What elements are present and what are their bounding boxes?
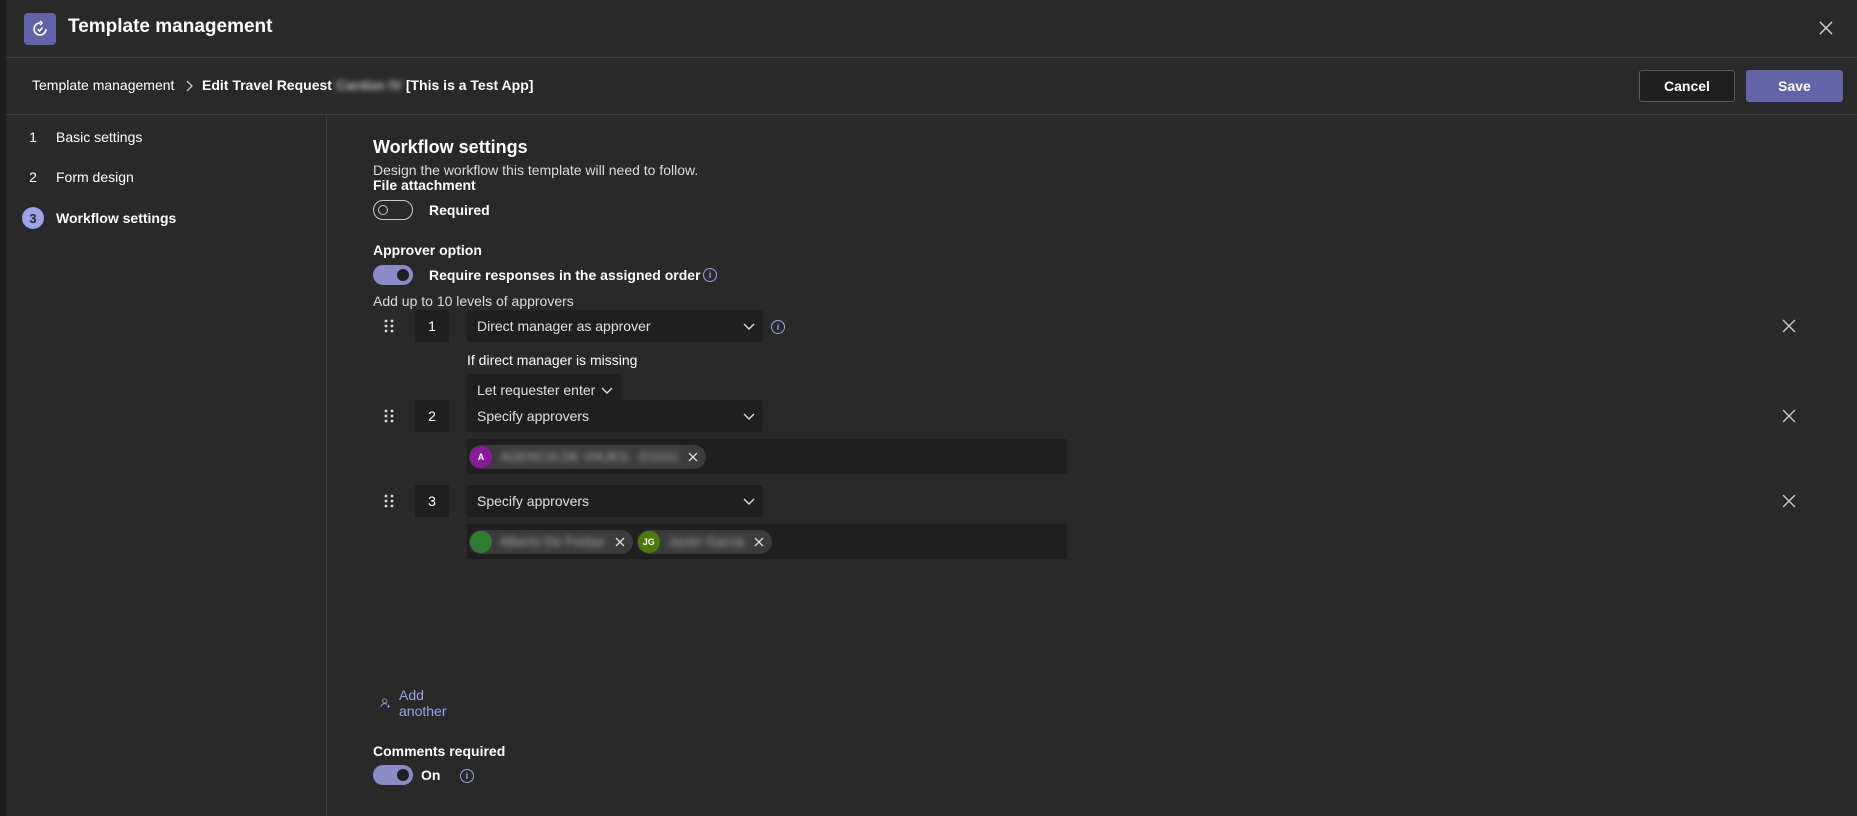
level-3-type-dropdown[interactable]: Specify approvers [467, 485, 763, 517]
close-icon[interactable] [1815, 17, 1837, 39]
remove-level-icon[interactable] [1781, 493, 1797, 509]
step-number: 1 [29, 129, 37, 145]
avatar: A [470, 445, 492, 468]
assigned-order-toggle[interactable] [373, 265, 413, 285]
remove-approver-icon[interactable] [615, 537, 625, 547]
steps-sidebar: 1 Basic settings 2 Form design 3 Workflo… [6, 115, 327, 816]
approver-chip: Alberto De Freitas [469, 529, 633, 554]
step-form-design[interactable]: 2 Form design [6, 165, 134, 189]
dropdown-value: Specify approvers [477, 408, 590, 424]
file-attachment-heading: File attachment [373, 177, 476, 193]
chevron-down-icon [743, 498, 755, 505]
page-subtitle: Design the workflow this template will n… [373, 162, 699, 178]
file-required-label: Required [429, 202, 490, 218]
remove-approver-icon[interactable] [688, 452, 698, 462]
cancel-button[interactable]: Cancel [1639, 70, 1735, 102]
dropdown-value: Specify approvers [477, 493, 590, 509]
breadcrumb-parent[interactable]: Template management [32, 77, 174, 93]
approver-chip: A AGENCIA DE VIAJES - EGGG [469, 444, 707, 469]
add-person-icon [380, 698, 391, 708]
step-number: 3 [22, 207, 44, 229]
comments-required-heading: Comments required [373, 743, 506, 759]
breadcrumb-current-blurred: Cardon IV [335, 77, 402, 93]
add-another-label: Add another [399, 687, 447, 719]
level-number: 2 [415, 400, 449, 432]
dialog-header: Template management [6, 0, 1857, 58]
level-number: 1 [415, 310, 449, 342]
info-icon[interactable]: i [703, 268, 717, 282]
approver-name: Javier Garcia [667, 534, 745, 549]
approver-chip: JG Javier Garcia [636, 529, 773, 554]
remove-approver-icon[interactable] [754, 537, 764, 547]
step-label: Workflow settings [56, 210, 177, 226]
remove-level-icon[interactable] [1781, 318, 1797, 334]
chevron-right-icon [183, 79, 195, 92]
step-label: Form design [56, 169, 134, 185]
comments-toggle-label: On [421, 767, 441, 783]
chevron-down-icon [743, 323, 755, 330]
breadcrumb-current-prefix: Edit Travel Request [202, 77, 332, 93]
approver-option-heading: Approver option [373, 242, 482, 258]
file-required-toggle[interactable] [373, 200, 413, 220]
dialog-title: Template management [68, 16, 273, 37]
step-label: Basic settings [56, 129, 143, 145]
drag-handle-icon[interactable] [384, 319, 394, 333]
remove-level-icon[interactable] [1781, 408, 1797, 424]
level-2-approver-picker[interactable]: A AGENCIA DE VIAJES - EGGG [467, 439, 1067, 474]
step-workflow-settings[interactable]: 3 Workflow settings [6, 206, 176, 230]
dropdown-value: Direct manager as approver [477, 318, 651, 334]
approver-name: AGENCIA DE VIAJES - EGGG [500, 449, 679, 464]
comments-required-toggle[interactable] [373, 765, 413, 785]
breadcrumb-current: Edit Travel Request Cardon IV [This is a… [202, 77, 533, 93]
level-number: 3 [415, 485, 449, 517]
breadcrumb-bar: Template management Edit Travel Request … [6, 58, 1857, 115]
level-3-approver-picker[interactable]: Alberto De Freitas JG Javier Garcia [467, 524, 1067, 559]
add-another-button[interactable]: Add another [380, 687, 451, 719]
breadcrumb-current-suffix: [This is a Test App] [405, 77, 534, 93]
info-icon[interactable]: i [460, 769, 474, 783]
approver-name: Alberto De Freitas [500, 534, 605, 549]
step-basic-settings[interactable]: 1 Basic settings [6, 125, 142, 149]
approvals-icon [24, 13, 56, 45]
level-1-type-dropdown[interactable]: Direct manager as approver [467, 310, 763, 342]
chevron-down-icon [601, 387, 613, 394]
avatar: JG [637, 530, 660, 553]
assigned-order-label: Require responses in the assigned order [429, 267, 701, 283]
dropdown-value: Let requester enter [477, 382, 596, 398]
drag-handle-icon[interactable] [384, 409, 394, 423]
avatar [470, 530, 492, 553]
info-icon[interactable]: i [771, 320, 785, 334]
chevron-down-icon [743, 413, 755, 420]
page-title: Workflow settings [373, 137, 528, 157]
step-number: 2 [29, 169, 37, 185]
drag-handle-icon[interactable] [384, 494, 394, 508]
save-button[interactable]: Save [1746, 70, 1843, 102]
missing-manager-label: If direct manager is missing [467, 352, 638, 368]
approvers-helper-text: Add up to 10 levels of approvers [373, 293, 574, 309]
level-2-type-dropdown[interactable]: Specify approvers [467, 400, 763, 432]
